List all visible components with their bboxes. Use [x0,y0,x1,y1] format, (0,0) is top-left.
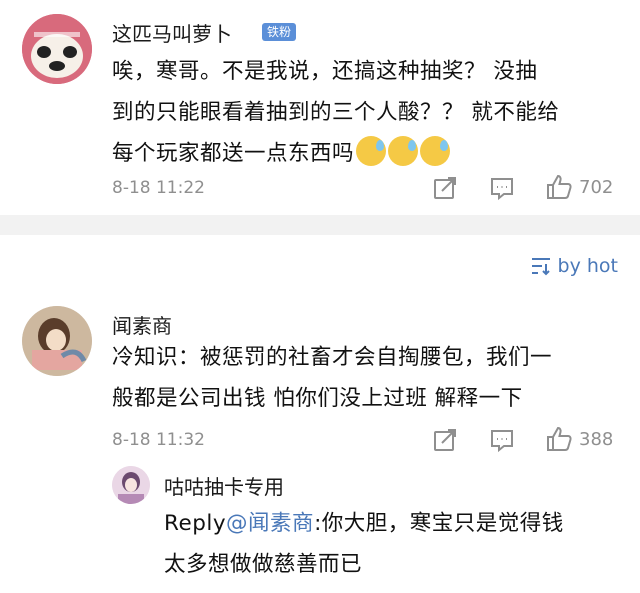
reply-text: Reply@闻素商:你大胆，寒宝只是觉得钱 太多想做做慈善而已 [164,511,564,577]
comment-1: 这匹马叫萝卜 铁粉 唉，寒哥。不是我说，还搞这种抽奖？ 没抽 到的只能眼看着抽到… [0,0,640,215]
reply-button[interactable] [489,175,515,201]
like-count: 388 [579,428,614,450]
username[interactable]: 闻素商 [112,310,172,339]
comment-icon [491,430,513,453]
reply-button[interactable] [489,427,515,453]
thumbs-up-icon [547,426,572,451]
comment-time: 8-18 11:32 [112,430,205,450]
comment-text: 冷知识：被惩罚的社畜才会自掏腰包，我们一 般都是公司出钱 怕你们没上过班 解释一… [112,345,553,411]
share-button[interactable] [432,175,458,201]
username[interactable]: 这匹马叫萝卜 [112,18,232,47]
share-icon [434,177,456,199]
comment-icon [491,178,513,201]
reply-username[interactable]: 咕咕抽卡专用 [164,471,284,500]
like-count: 702 [579,176,614,198]
section-divider [0,215,640,235]
like-button[interactable]: 388 [545,425,613,453]
comment-time: 8-18 11:22 [112,178,205,198]
fan-badge: 铁粉 [262,23,297,41]
comment-2: 闻素商 冷知识：被惩罚的社畜才会自掏腰包，我们一 般都是公司出钱 怕你们没上过班… [0,300,640,593]
comment-text: 唉，寒哥。不是我说，还搞这种抽奖？ 没抽 到的只能眼看着抽到的三个人酸？？ 就不… [112,59,560,166]
share-button[interactable] [432,427,458,453]
mention-link[interactable]: @闻素商 [226,511,314,536]
reply-avatar[interactable] [112,466,150,504]
thumbs-up-icon [547,174,572,199]
sort-toggle[interactable]: by hot [530,255,618,277]
sort-icon [531,258,550,276]
like-button[interactable]: 702 [545,173,613,201]
cold-sweat-emoji-icon [388,136,419,166]
reply-label: Reply [164,511,227,536]
cold-sweat-emoji-icon [356,136,387,166]
sort-label: by hot [557,255,618,277]
share-icon [434,429,456,451]
avatar[interactable] [22,14,92,84]
avatar[interactable] [22,306,92,376]
cold-sweat-emoji-icon [420,136,451,166]
